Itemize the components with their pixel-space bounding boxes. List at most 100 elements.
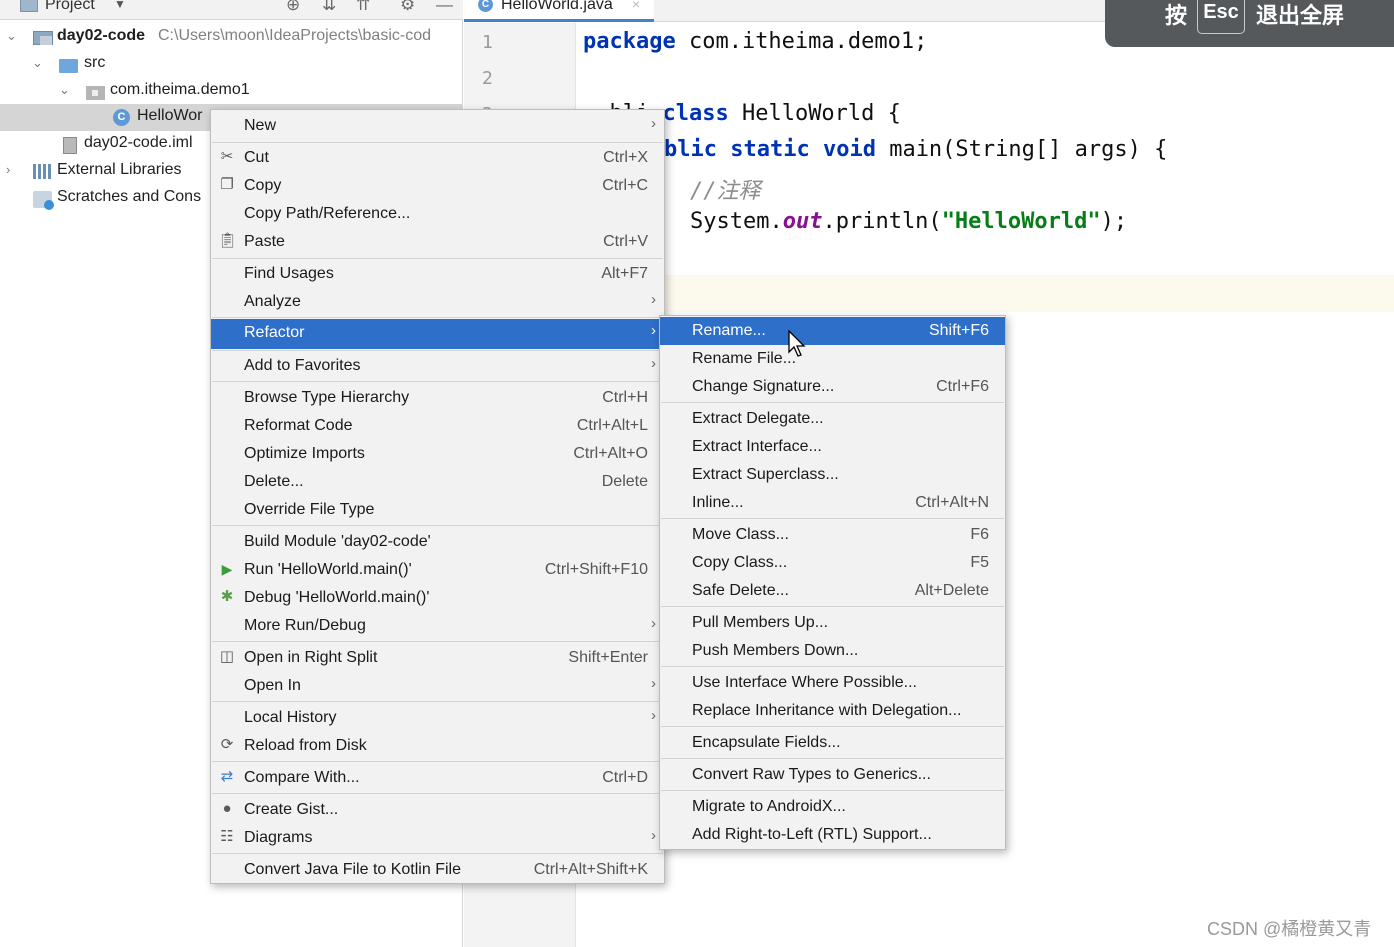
menu-item-optimize-imports[interactable]: Optimize Imports Ctrl+Alt+O	[211, 440, 664, 468]
chevron-down-icon[interactable]: ⌄	[59, 82, 70, 98]
menu-item-label: Override File Type	[244, 501, 375, 518]
submenu-item-rename[interactable]: Rename... Shift+F6	[660, 317, 1005, 345]
menu-item-shortcut: Alt+F7	[601, 265, 648, 282]
menu-item-label: Convert Raw Types to Generics...	[692, 766, 931, 783]
menu-item-create-gist[interactable]: ● Create Gist...	[211, 796, 664, 824]
submenu-item-safe-delete[interactable]: Safe Delete... Alt+Delete	[660, 577, 1005, 605]
menu-item-copy[interactable]: ❐ Copy Ctrl+C	[211, 172, 664, 200]
code-line-4: blic static void main(String[] args) {	[664, 137, 1168, 162]
menu-item-label: Copy Class...	[692, 554, 788, 571]
gear-icon[interactable]: ⚙	[400, 0, 415, 15]
menu-item-find-usages[interactable]: Find Usages Alt+F7	[211, 260, 664, 288]
menu-item-label: Run 'HelloWorld.main()'	[244, 561, 412, 578]
menu-item-more-run-debug[interactable]: More Run/Debug ›	[211, 612, 664, 640]
menu-item-open-in-right-split[interactable]: ◫ Open in Right Split Shift+Enter	[211, 644, 664, 672]
tree-item-label: com.itheima.demo1	[110, 81, 250, 98]
minimize-icon[interactable]: —	[436, 0, 453, 15]
menu-item-build-module[interactable]: Build Module 'day02-code'	[211, 528, 664, 556]
editor-tab-helloworld[interactable]: C HelloWorld.java ×	[464, 0, 654, 22]
menu-item-label: Copy Path/Reference...	[244, 205, 411, 222]
menu-item-new[interactable]: New ›	[211, 112, 664, 140]
submenu-item-inline[interactable]: Inline... Ctrl+Alt+N	[660, 489, 1005, 517]
project-view-title[interactable]: Project	[45, 0, 95, 14]
menu-item-run[interactable]: ▶ Run 'HelloWorld.main()' Ctrl+Shift+F10	[211, 556, 664, 584]
submenu-item-move-class[interactable]: Move Class... F6	[660, 521, 1005, 549]
submenu-item-push-members-down[interactable]: Push Members Down...	[660, 637, 1005, 665]
submenu-item-encapsulate-fields[interactable]: Encapsulate Fields...	[660, 729, 1005, 757]
menu-item-refactor[interactable]: Refactor ›	[211, 319, 664, 349]
menu-item-analyze[interactable]: Analyze ›	[211, 288, 664, 316]
menu-item-open-in[interactable]: Open In ›	[211, 672, 664, 700]
menu-item-shortcut: Ctrl+V	[603, 233, 648, 250]
submenu-item-add-rtl-support[interactable]: Add Right-to-Left (RTL) Support...	[660, 821, 1005, 849]
submenu-item-extract-delegate[interactable]: Extract Delegate...	[660, 405, 1005, 433]
collapse-all-icon[interactable]: ⇈	[356, 0, 370, 15]
menu-item-shortcut: Ctrl+Shift+F10	[544, 561, 648, 578]
menu-item-label: Delete...	[244, 473, 304, 490]
menu-item-label: Copy	[244, 177, 282, 194]
menu-separator	[661, 518, 1004, 519]
menu-item-reload-from-disk[interactable]: ⟳ Reload from Disk	[211, 732, 664, 760]
menu-item-diagrams[interactable]: ☷ Diagrams ›	[211, 824, 664, 852]
tree-item-src[interactable]: ⌄ src	[0, 51, 463, 78]
chevron-down-icon[interactable]: ⌄	[6, 28, 17, 44]
menu-item-label: Compare With...	[244, 769, 360, 786]
run-icon: ▶	[221, 561, 233, 577]
menu-item-add-to-favorites[interactable]: Add to Favorites ›	[211, 352, 664, 380]
project-panel-header: Project ▼ ⊕ ⇊ ⇈ ⚙ —	[0, 0, 463, 20]
menu-item-label: Optimize Imports	[244, 445, 365, 462]
menu-item-label: Safe Delete...	[692, 582, 789, 599]
menu-item-label: Rename...	[692, 322, 766, 339]
chevron-down-icon[interactable]: ▼	[114, 0, 126, 11]
submenu-item-use-interface[interactable]: Use Interface Where Possible...	[660, 669, 1005, 697]
esc-key-badge: Esc	[1197, 0, 1245, 34]
submenu-item-change-signature[interactable]: Change Signature... Ctrl+F6	[660, 373, 1005, 401]
menu-separator	[212, 142, 663, 143]
chevron-right-icon: ›	[651, 827, 656, 844]
menu-item-local-history[interactable]: Local History ›	[211, 704, 664, 732]
menu-item-paste[interactable]: 📋︎ Paste Ctrl+V	[211, 228, 664, 256]
submenu-item-copy-class[interactable]: Copy Class... F5	[660, 549, 1005, 577]
submenu-item-pull-members-up[interactable]: Pull Members Up...	[660, 609, 1005, 637]
source-folder-icon	[59, 59, 78, 73]
menu-separator	[212, 317, 663, 318]
submenu-item-migrate-androidx[interactable]: Migrate to AndroidX...	[660, 793, 1005, 821]
menu-item-debug[interactable]: ✱ Debug 'HelloWorld.main()'	[211, 584, 664, 612]
menu-item-browse-type-hierarchy[interactable]: Browse Type Hierarchy Ctrl+H	[211, 384, 664, 412]
tree-item-label: src	[84, 54, 106, 71]
menu-item-label: Find Usages	[244, 265, 334, 282]
menu-item-compare-with[interactable]: ⇄ Compare With... Ctrl+D	[211, 764, 664, 792]
menu-item-label: Move Class...	[692, 526, 789, 543]
menu-item-label: New	[244, 117, 277, 134]
menu-item-override-file-type[interactable]: Override File Type	[211, 496, 664, 524]
submenu-item-extract-superclass[interactable]: Extract Superclass...	[660, 461, 1005, 489]
tree-item-package[interactable]: ⌄ com.itheima.demo1	[0, 78, 463, 105]
menu-item-shortcut: Ctrl+Alt+Shift+K	[533, 861, 648, 878]
submenu-item-rename-file[interactable]: Rename File...	[660, 345, 1005, 373]
submenu-item-convert-raw-types[interactable]: Convert Raw Types to Generics...	[660, 761, 1005, 789]
menu-item-label: Inline...	[692, 494, 744, 511]
locate-icon[interactable]: ⊕	[286, 0, 300, 15]
tree-item-label: Scratches and Cons	[57, 188, 202, 205]
menu-item-delete[interactable]: Delete... Delete	[211, 468, 664, 496]
menu-item-label: Reformat Code	[244, 417, 353, 434]
chevron-right-icon: ›	[651, 115, 656, 132]
chevron-right-icon[interactable]: ›	[6, 162, 10, 177]
submenu-item-extract-interface[interactable]: Extract Interface...	[660, 433, 1005, 461]
close-icon[interactable]: ×	[632, 0, 640, 12]
refactor-submenu: Rename... Shift+F6 Rename File... Change …	[659, 315, 1006, 850]
tree-item-module[interactable]: ⌄ day02-code C:\Users\moon\IdeaProjects\…	[0, 24, 463, 51]
submenu-item-replace-inheritance[interactable]: Replace Inheritance with Delegation...	[660, 697, 1005, 725]
menu-item-shortcut: Ctrl+X	[603, 149, 648, 166]
expand-all-icon[interactable]: ⇊	[322, 0, 336, 15]
menu-item-cut[interactable]: ✂ Cut Ctrl+X	[211, 144, 664, 172]
scratches-icon	[33, 191, 54, 210]
menu-item-copy-path[interactable]: Copy Path/Reference...	[211, 200, 664, 228]
menu-item-label: Create Gist...	[244, 801, 339, 818]
menu-item-convert-to-kotlin[interactable]: Convert Java File to Kotlin File Ctrl+Alt…	[211, 856, 664, 884]
menu-item-label: Extract Superclass...	[692, 466, 839, 483]
chevron-down-icon[interactable]: ⌄	[32, 55, 43, 71]
menu-item-reformat-code[interactable]: Reformat Code Ctrl+Alt+L	[211, 412, 664, 440]
menu-item-shortcut: Alt+Delete	[914, 582, 989, 599]
project-view-icon	[20, 0, 38, 12]
